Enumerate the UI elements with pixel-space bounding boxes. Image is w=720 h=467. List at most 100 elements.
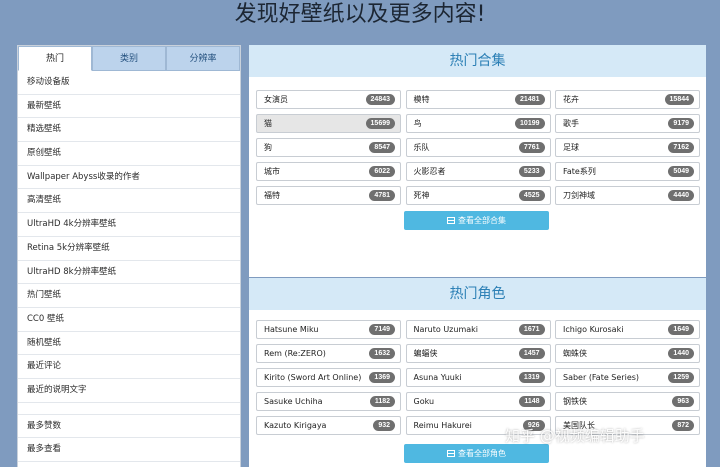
view-all-characters-button[interactable]: 查看全部角色 <box>404 444 549 463</box>
collection-tag[interactable]: 狗 8547 <box>256 138 401 157</box>
tag-label: 钢铁侠 <box>563 397 587 406</box>
tag-label: 女演员 <box>264 95 288 104</box>
view-all-collections-label: 查看全部合集 <box>458 216 506 225</box>
tag-count: 5049 <box>668 166 694 177</box>
tag-label: 鸟 <box>413 119 422 128</box>
tag-label: Kazuto Kirigaya <box>264 421 327 430</box>
tag-count: 7162 <box>668 142 694 153</box>
sidebar-item-random[interactable]: 随机壁纸 <box>18 332 240 356</box>
collection-tag[interactable]: 模特 21481 <box>405 90 551 109</box>
character-tag[interactable]: 蜘蛛侠 1440 <box>555 344 700 363</box>
character-tag[interactable]: Hatsune Miku 7149 <box>256 320 401 339</box>
tag-count: 1457 <box>518 348 545 359</box>
tag-label: Naruto Uzumaki <box>413 325 479 334</box>
tag-count: 9179 <box>668 118 694 129</box>
collections-grid: 女演员 24843 模特 21481 花卉 15844 猫 15699 鸟 10199 歌… <box>256 90 700 205</box>
sidebar-item-recent-comments[interactable]: 最近评论 <box>18 355 240 379</box>
tab-resolution[interactable]: 分辨率 <box>166 46 240 71</box>
tag-count: 4525 <box>518 190 545 201</box>
sidebar-item-newest[interactable]: 最新壁纸 <box>18 95 240 119</box>
tag-count: 24843 <box>365 94 395 105</box>
character-tag[interactable]: Ichigo Kurosaki 1649 <box>555 320 700 339</box>
list-icon <box>447 450 455 457</box>
collection-tag[interactable]: 足球 7162 <box>555 138 700 157</box>
sidebar-item-original[interactable]: 原创壁纸 <box>18 142 240 166</box>
character-tag[interactable]: Naruto Uzumaki 1671 <box>405 320 551 339</box>
tag-label: Hatsune Miku <box>264 325 319 334</box>
sidebar-item-8k[interactable]: UltraHD 8k分辨率壁纸 <box>18 261 240 285</box>
sidebar: 热门 类别 分辨率 移动设备版 最新壁纸 精选壁纸 原创壁纸 Wallpaper… <box>17 45 241 467</box>
collection-tag[interactable]: 女演员 24843 <box>256 90 401 109</box>
view-all-characters-label: 查看全部角色 <box>458 449 506 458</box>
character-tag[interactable]: Kazuto Kirigaya 932 <box>256 416 401 435</box>
tag-count: 1440 <box>668 348 694 359</box>
sidebar-item-featured[interactable]: 精选壁纸 <box>18 118 240 143</box>
tag-count: 7761 <box>518 142 545 153</box>
sidebar-item-popular[interactable]: 热门壁纸 <box>18 284 240 308</box>
tag-count: 5233 <box>518 166 545 177</box>
tag-label: 乐队 <box>413 143 430 152</box>
page-banner: 发现好壁纸以及更多内容! <box>234 2 486 27</box>
collection-tag[interactable]: 花卉 15844 <box>555 90 700 109</box>
collection-tag[interactable]: 死神 4525 <box>405 186 551 205</box>
character-tag[interactable]: Goku 1148 <box>405 392 551 411</box>
tag-label: 狗 <box>264 143 272 152</box>
tab-popular[interactable]: 热门 <box>18 46 92 71</box>
tag-label: Reimu Hakurei <box>413 421 472 430</box>
sidebar-item-4k[interactable]: UltraHD 4k分辨率壁纸 <box>18 213 240 237</box>
sidebar-item-recent-captions[interactable]: 最近的说明文字 <box>18 379 240 403</box>
tag-label: 火影忍者 <box>413 167 446 176</box>
collection-tag[interactable]: 猫 15699 <box>256 114 401 133</box>
tag-count: 15699 <box>365 118 395 129</box>
characters-title: 热门角色 <box>249 278 706 310</box>
sidebar-item-most-viewed[interactable]: 最多查看 <box>18 438 240 462</box>
tag-count: 4440 <box>668 190 694 201</box>
tag-label: 模特 <box>413 95 430 104</box>
sidebar-item-most-liked[interactable]: 最多赞数 <box>18 415 240 439</box>
sidebar-item-mobile[interactable]: 移动设备版 <box>18 71 240 95</box>
sidebar-item-cc0[interactable]: CC0 壁纸 <box>18 308 240 332</box>
tag-label: Rem (Re:ZERO) <box>264 349 326 358</box>
tag-label: 歌手 <box>563 119 579 128</box>
collection-tag[interactable]: 福特 4781 <box>256 186 401 205</box>
sidebar-item-5k[interactable]: Retina 5k分辨率壁纸 <box>18 237 240 261</box>
collection-tag[interactable]: 刀剑神域 4440 <box>555 186 700 205</box>
sidebar-item-hd[interactable]: 高清壁纸 <box>18 189 240 214</box>
sidebar-item-authors[interactable]: Wallpaper Abyss收录的作者 <box>18 166 240 190</box>
tag-count: 8547 <box>369 142 395 153</box>
list-icon <box>447 217 455 224</box>
tag-count: 932 <box>373 420 395 431</box>
view-all-collections-button[interactable]: 查看全部合集 <box>404 211 549 230</box>
tag-count: 1182 <box>369 396 395 407</box>
collection-tag[interactable]: 鸟 10199 <box>405 114 551 133</box>
tag-count: 6022 <box>369 166 395 177</box>
character-tag[interactable]: Asuna Yuuki 1319 <box>405 368 551 387</box>
character-tag[interactable]: 钢铁侠 963 <box>555 392 700 411</box>
tag-count: 1369 <box>369 372 395 383</box>
tag-label: Ichigo Kurosaki <box>563 325 624 334</box>
tag-label: Kirito (Sword Art Online) <box>264 373 362 382</box>
tag-label: 死神 <box>413 191 430 200</box>
tag-count: 7149 <box>369 324 395 335</box>
tag-label: Sasuke Uchiha <box>264 397 323 406</box>
tag-count: 1148 <box>519 396 545 407</box>
tag-count: 1649 <box>668 324 694 335</box>
character-tag[interactable]: Sasuke Uchiha 1182 <box>256 392 401 411</box>
characters-grid: Hatsune Miku 7149 Naruto Uzumaki 1671 Ichi… <box>256 320 700 435</box>
tag-count: 872 <box>672 420 694 431</box>
tag-label: Fate系列 <box>563 167 596 176</box>
collection-tag[interactable]: 火影忍者 5233 <box>405 162 551 181</box>
collection-tag[interactable]: Fate系列 5049 <box>555 162 700 181</box>
character-tag[interactable]: 蝙蝠侠 1457 <box>405 344 551 363</box>
tag-label: 蜘蛛侠 <box>563 349 587 358</box>
collection-tag[interactable]: 城市 6022 <box>256 162 401 181</box>
character-tag[interactable]: Kirito (Sword Art Online) 1369 <box>256 368 401 387</box>
tab-categories[interactable]: 类别 <box>92 46 166 71</box>
tag-count: 1319 <box>518 372 545 383</box>
tag-label: 花卉 <box>563 95 579 104</box>
collection-tag[interactable]: 歌手 9179 <box>555 114 700 133</box>
character-tag[interactable]: Rem (Re:ZERO) 1632 <box>256 344 401 363</box>
collections-panel: 热门合集 女演员 24843 模特 21481 花卉 15844 猫 15699 鸟 10… <box>249 45 706 277</box>
collection-tag[interactable]: 乐队 7761 <box>405 138 551 157</box>
character-tag[interactable]: Saber (Fate Series) 1259 <box>555 368 700 387</box>
